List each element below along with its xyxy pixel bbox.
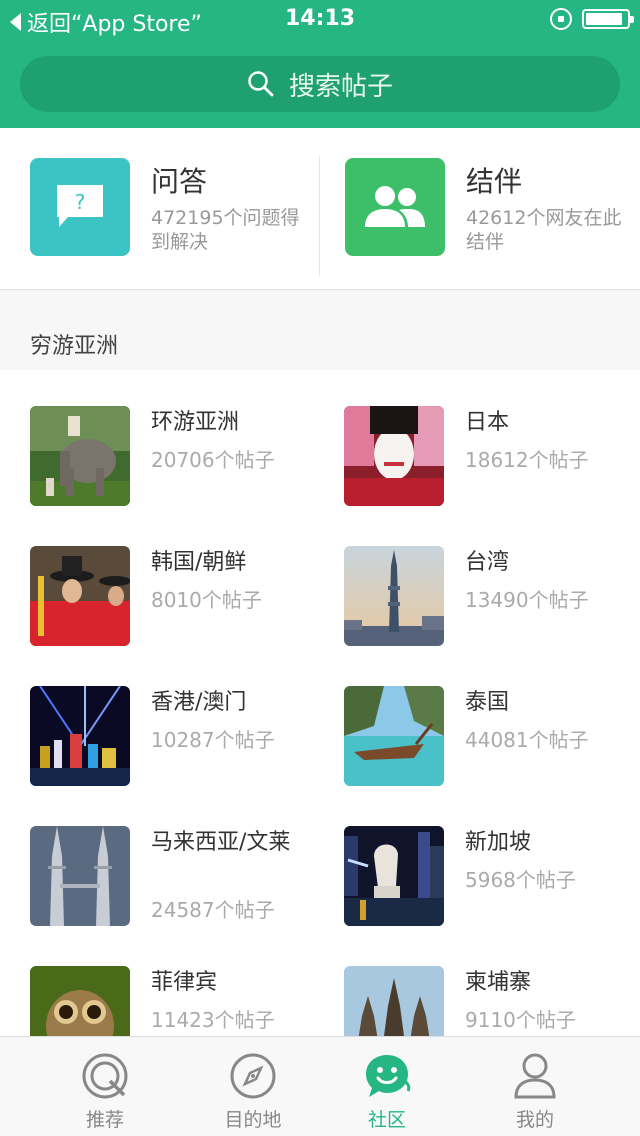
- search-icon: [248, 71, 274, 97]
- destination-name: 泰国: [465, 690, 510, 715]
- destination-name: 菲律宾: [151, 970, 218, 995]
- recommend-icon: [82, 1053, 128, 1099]
- qa-tile[interactable]: ? 问答 472195个问题得到解决: [30, 158, 320, 258]
- tab-community[interactable]: 社区: [317, 1037, 457, 1136]
- destination-post-count: 10287个帖子: [151, 728, 275, 752]
- header: 返回“App Store” 14:13 搜索帖子: [0, 0, 640, 128]
- qa-title: 问答: [151, 165, 208, 198]
- destination-name: 韩国/朝鲜: [151, 550, 247, 575]
- destination-name: 马来西亚/文莱: [151, 830, 291, 855]
- destination-post-count: 20706个帖子: [151, 448, 275, 472]
- destination-post-count: 9110个帖子: [465, 1008, 576, 1032]
- asia-tour-thumbnail: [30, 406, 130, 506]
- tab-recommend[interactable]: 推荐: [35, 1037, 175, 1136]
- clock: 14:13: [284, 6, 356, 31]
- search-placeholder: 搜索帖子: [288, 71, 393, 102]
- people-icon: [345, 158, 445, 256]
- section-header: 穷游亚洲: [0, 290, 640, 370]
- destination-post-count: 24587个帖子: [151, 898, 275, 922]
- section-title: 穷游亚洲: [30, 334, 119, 359]
- rotation-lock-icon: [550, 8, 572, 30]
- tab-destination[interactable]: 目的地: [183, 1037, 323, 1136]
- tab-label: 推荐: [85, 1109, 124, 1131]
- destination-name: 环游亚洲: [151, 410, 240, 435]
- tab-label: 我的: [515, 1109, 554, 1131]
- tab-label: 社区: [367, 1109, 406, 1131]
- destination-post-count: 5968个帖子: [465, 868, 576, 892]
- tab-mine[interactable]: 我的: [465, 1037, 605, 1136]
- destination-name: 日本: [465, 410, 510, 435]
- destination-post-count: 13490个帖子: [465, 588, 589, 612]
- destination-taiwan[interactable]: 台湾 13490个帖子: [344, 546, 640, 646]
- japan-thumbnail: [344, 406, 444, 506]
- compass-icon: [230, 1053, 276, 1099]
- destination-malaysia-brunei[interactable]: 马来西亚/文莱 24587个帖子: [30, 826, 330, 956]
- korea-thumbnail: [30, 546, 130, 646]
- companion-desc: 42612个网友在此结伴: [466, 207, 622, 253]
- destination-post-count: 18612个帖子: [465, 448, 589, 472]
- status-bar: 返回“App Store” 14:13: [0, 0, 640, 40]
- quick-entries: ? 问答 472195个问题得到解决 结伴 42612个网友在此结伴: [0, 128, 640, 290]
- taiwan-thumbnail: [344, 546, 444, 646]
- tab-bar: 推荐 目的地 社区 我的: [0, 1036, 640, 1136]
- destination-name: 台湾: [465, 550, 510, 575]
- user-icon: [514, 1053, 556, 1099]
- destination-hongkong-macau[interactable]: 香港/澳门 10287个帖子: [30, 686, 330, 786]
- malaysia-thumbnail: [30, 826, 130, 926]
- battery-icon: [582, 9, 634, 29]
- destination-name: 香港/澳门: [151, 690, 247, 715]
- destination-name: 柬埔寨: [465, 970, 532, 995]
- question-bubble-icon: ?: [30, 158, 130, 256]
- tab-label: 目的地: [224, 1109, 282, 1131]
- singapore-thumbnail: [344, 826, 444, 926]
- app-screen: 返回“App Store” 14:13 搜索帖子 ? 问答 472195个问题得…: [0, 0, 640, 1136]
- destination-japan[interactable]: 日本 18612个帖子: [344, 406, 640, 506]
- destination-korea[interactable]: 韩国/朝鲜 8010个帖子: [30, 546, 330, 646]
- search-bar[interactable]: 搜索帖子: [20, 56, 620, 112]
- companion-title: 结伴: [466, 165, 523, 198]
- thailand-thumbnail: [344, 686, 444, 786]
- destination-singapore[interactable]: 新加坡 5968个帖子: [344, 826, 640, 926]
- destination-post-count: 8010个帖子: [151, 588, 262, 612]
- status-icons: [550, 8, 634, 30]
- destination-thailand[interactable]: 泰国 44081个帖子: [344, 686, 640, 786]
- destination-post-count: 44081个帖子: [465, 728, 589, 752]
- qa-desc: 472195个问题得到解决: [151, 207, 300, 253]
- hongkong-thumbnail: [30, 686, 130, 786]
- chat-icon: [366, 1055, 411, 1097]
- companion-tile[interactable]: 结伴 42612个网友在此结伴: [345, 158, 635, 258]
- destination-post-count: 11423个帖子: [151, 1008, 275, 1032]
- destination-name: 新加坡: [465, 830, 532, 855]
- tile-divider: [319, 156, 320, 276]
- svg-text:?: ?: [75, 190, 86, 214]
- destination-asia-tour[interactable]: 环游亚洲 20706个帖子: [30, 406, 330, 506]
